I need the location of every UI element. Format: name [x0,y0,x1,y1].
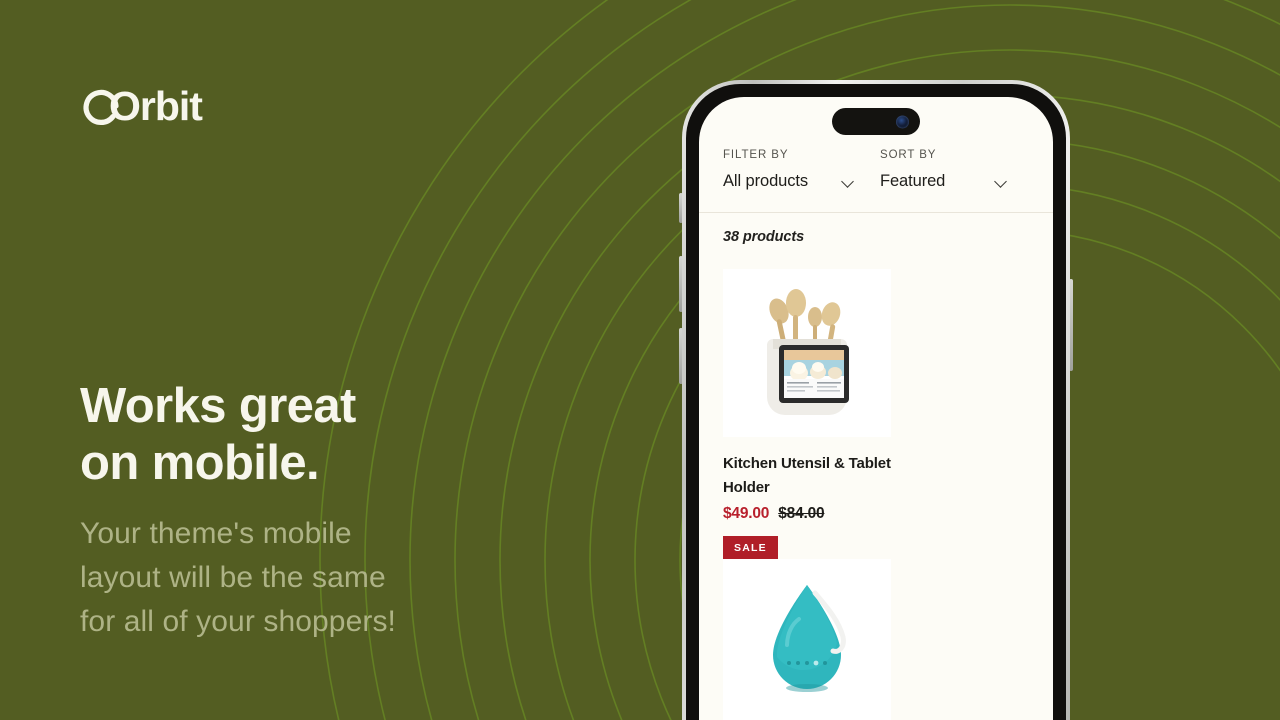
bluetooth-droplet-speaker-image[interactable] [723,559,891,720]
product-card[interactable]: Bluetooth Droplet Speaker $75.50 $106.00… [723,559,891,720]
hero-subheading: Your theme's mobile layout will be the s… [80,512,550,644]
product-grid: Kitchen Utensil & Tablet Holder $49.00 $… [699,245,1053,720]
sort-by-group: SORT BY Featured [876,149,1029,191]
product-compare-price: $84.00 [778,505,825,522]
phone-screen: FILTER BY All products SORT BY Featured [699,97,1053,720]
price-row: $49.00 $84.00 [723,505,891,523]
sort-by-select[interactable]: Featured [880,172,1029,191]
phone-frame: FILTER BY All products SORT BY Featured [682,80,1070,720]
headline-line-1: Works great [80,379,356,433]
subhead-line-1: Your theme's mobile [80,517,352,550]
filter-sort-bar: FILTER BY All products SORT BY Featured [699,149,1053,191]
subhead-line-2: layout will be the same [80,561,386,594]
product-count: 38 products [723,229,805,245]
product-card[interactable]: Kitchen Utensil & Tablet Holder $49.00 $… [723,269,891,559]
product-image-svg [723,269,891,437]
filter-by-select[interactable]: All products [723,172,876,191]
chevron-down-icon [996,176,1007,187]
product-sale-price: $49.00 [723,505,770,522]
product-title: Kitchen Utensil & Tablet Holder [723,455,891,496]
filter-by-value: All products [723,172,809,190]
filter-by-group: FILTER BY All products [723,149,876,191]
hero-text-column: Orbit Works great on mobile. Your theme'… [80,0,640,720]
store-collection-page: FILTER BY All products SORT BY Featured [699,97,1053,720]
subhead-line-3: for all of your shoppers! [80,605,396,638]
headline-line-2: on mobile. [80,436,320,490]
chevron-down-icon [843,176,854,187]
dynamic-island [832,108,920,135]
orbit-ring-icon [80,85,122,127]
product-image-svg [723,559,891,720]
brand-logo[interactable]: Orbit [80,83,203,129]
status-badge: SALE [723,536,778,559]
page-title: Works great on mobile. [80,378,600,492]
front-camera-icon [896,115,909,128]
kitchen-utensil-tablet-holder-image[interactable] [723,269,891,437]
sort-by-value: Featured [880,172,946,190]
brand-name: Orbit [109,83,203,129]
phone-mockup: FILTER BY All products SORT BY Featured [679,80,1073,720]
orbit-ring-svg [83,89,119,125]
sort-by-label: SORT BY [880,149,937,161]
filter-by-label: FILTER BY [723,149,789,161]
phone-bezel: FILTER BY All products SORT BY Featured [686,84,1066,720]
